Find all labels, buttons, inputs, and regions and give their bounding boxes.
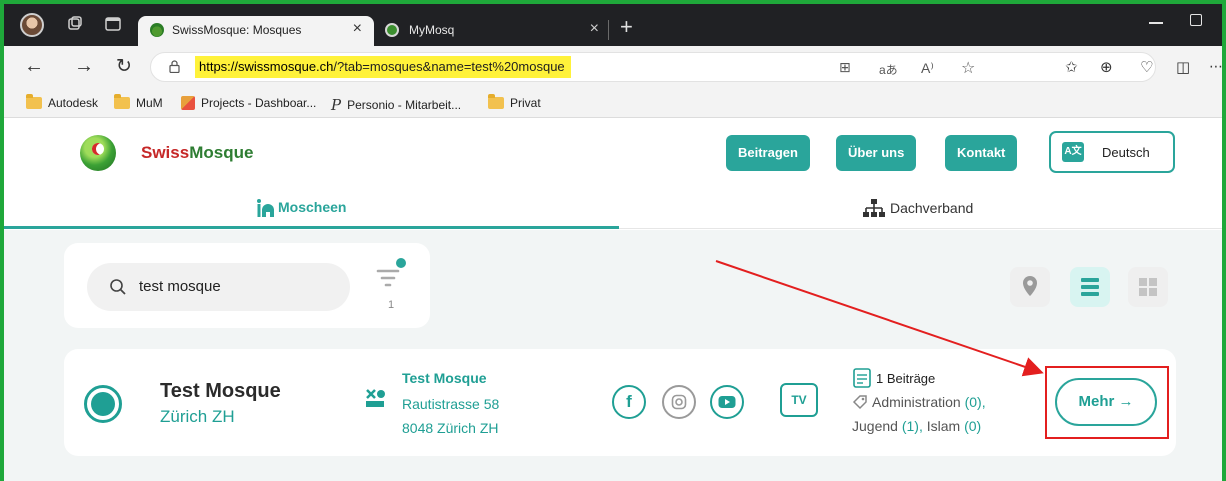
annotation-highlight-box	[1045, 366, 1169, 439]
annotation-arrow	[715, 260, 1044, 377]
